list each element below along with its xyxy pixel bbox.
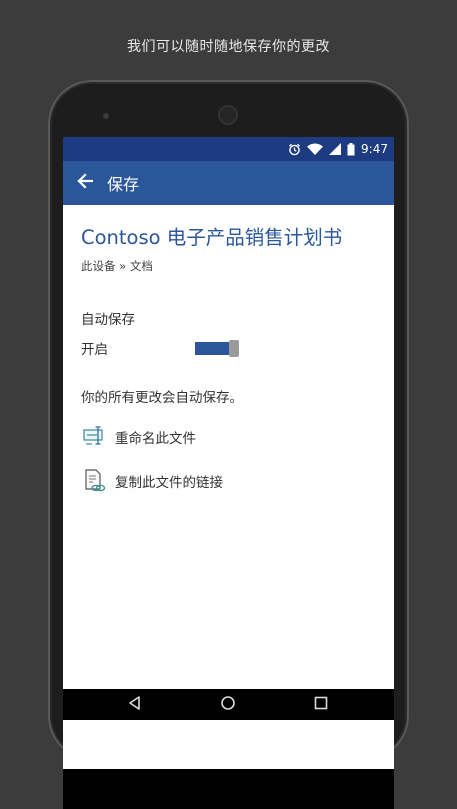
autosave-section-label: 自动保存: [81, 312, 135, 328]
status-time: 9:47: [361, 142, 388, 156]
phone-screen: 9:47 保存 Contoso 电子产品销售计划书 此设备 » 文档 自动保存 …: [63, 137, 394, 769]
nav-home-button[interactable]: [216, 693, 240, 717]
breadcrumb: 此设备 » 文档: [81, 259, 153, 273]
nav-back-button[interactable]: [123, 693, 147, 717]
home-circle-icon: [220, 695, 236, 715]
copy-link-icon: [81, 468, 107, 494]
autosave-toggle[interactable]: [195, 340, 239, 357]
signal-icon: [329, 143, 342, 155]
battery-icon: [347, 142, 355, 156]
back-arrow-button[interactable]: [63, 161, 107, 205]
alarm-icon: [288, 143, 301, 156]
copy-link-button[interactable]: 复制此文件的链接: [81, 468, 376, 494]
autosave-toggle-label: 开启: [81, 342, 108, 358]
wifi-icon: [307, 143, 324, 155]
recents-square-icon: [313, 695, 329, 715]
app-bar: 保存: [63, 161, 394, 205]
autosave-toggle-row: 开启: [81, 338, 239, 358]
promo-caption: 我们可以随时随地保存你的更改: [127, 39, 330, 55]
copy-link-label: 复制此文件的链接: [115, 475, 223, 491]
nav-recents-button[interactable]: [309, 693, 333, 717]
rename-file-button[interactable]: 重命名此文件: [81, 424, 376, 450]
autosave-note: 你的所有更改会自动保存。: [81, 390, 243, 406]
earpiece-speaker: [220, 107, 236, 123]
front-camera: [103, 113, 109, 119]
rename-icon: [81, 424, 107, 450]
document-title: Contoso 电子产品销售计划书: [81, 226, 343, 249]
back-arrow-icon: [77, 173, 94, 193]
toggle-thumb[interactable]: [229, 340, 239, 357]
save-panel: Contoso 电子产品销售计划书 此设备 » 文档 自动保存 开启 你的所有更…: [63, 205, 394, 494]
rename-file-label: 重命名此文件: [115, 431, 196, 447]
android-nav-bar: [63, 769, 394, 809]
phone-frame: 9:47 保存 Contoso 电子产品销售计划书 此设备 » 文档 自动保存 …: [48, 80, 409, 809]
nav-bar-visible: [63, 689, 394, 720]
app-bar-title: 保存: [107, 175, 140, 194]
status-bar: 9:47: [63, 137, 394, 161]
back-triangle-icon: [127, 695, 143, 715]
